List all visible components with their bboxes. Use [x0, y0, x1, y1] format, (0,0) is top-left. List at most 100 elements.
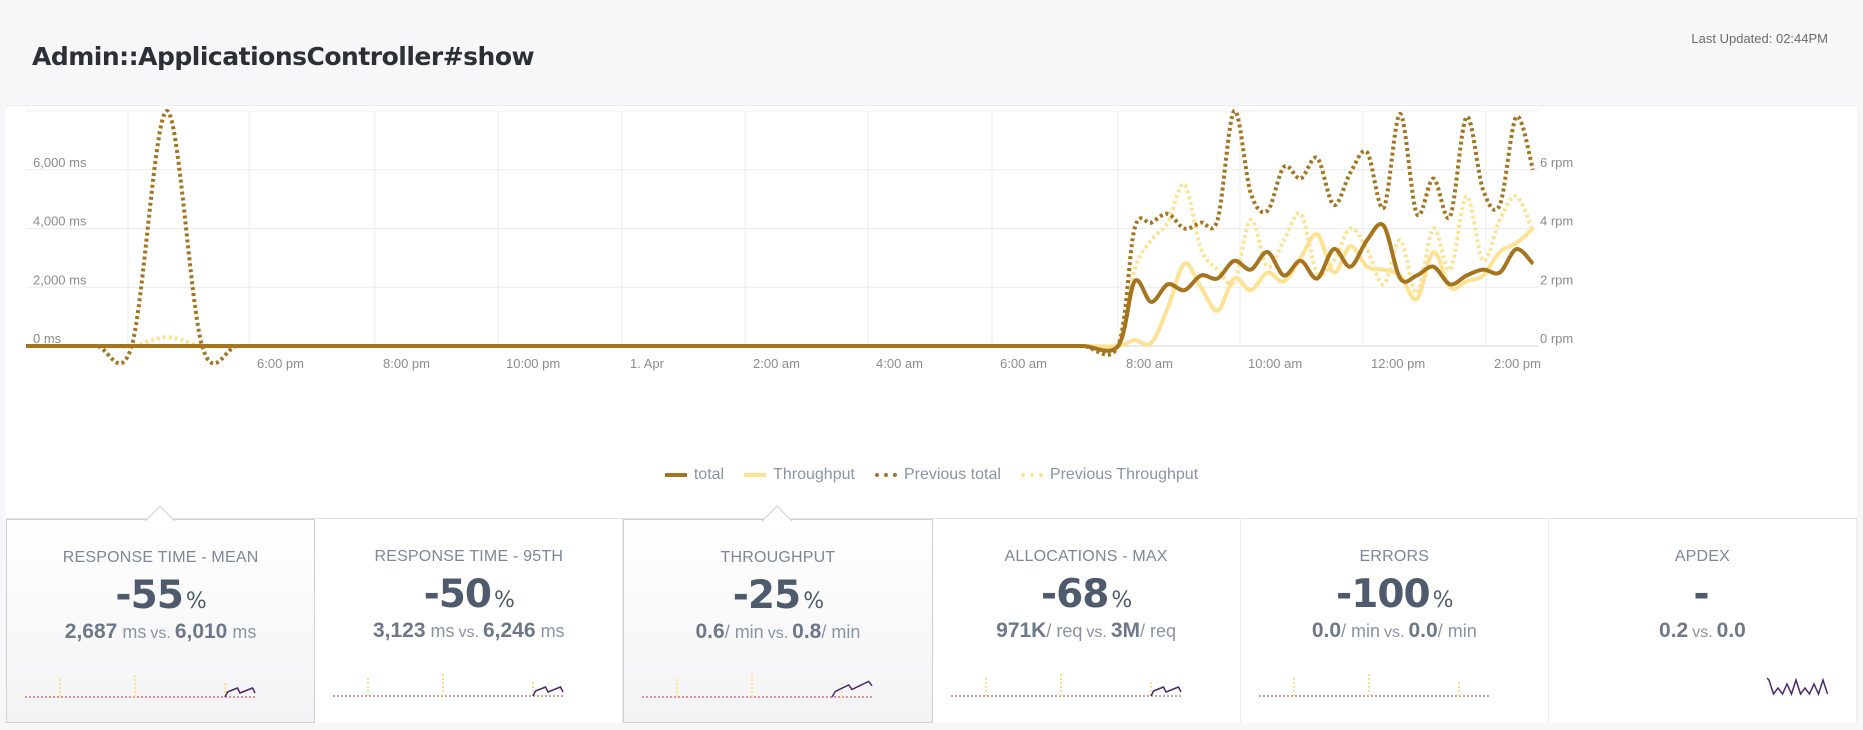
sparkline-line — [224, 687, 256, 698]
sparkline — [642, 675, 873, 698]
card-current-value: 2,687 — [64, 620, 118, 643]
metric-cards: RESPONSE TIME - MEAN -55% 2,687 ms vs. 6,0… — [6, 505, 1858, 723]
card-change-unit: % — [803, 589, 824, 614]
card-previous-value: 0.0 — [1408, 619, 1438, 642]
x-tick-label: 6:00 am — [1000, 356, 1047, 371]
response-time-chart[interactable]: 6:00 pm 8:00 pm 10:00 pm 1. Apr 2:00 am 4:00 … — [6, 106, 1857, 456]
y-left-tick-label: 0 ms — [33, 331, 62, 346]
card-response-time-95th[interactable]: RESPONSE TIME - 95TH -50% 3,123 ms vs. 6,2… — [315, 519, 624, 723]
card-vs: vs. — [1384, 624, 1405, 641]
card-comparison: 971K/ req vs. 3M/ req — [933, 619, 1240, 643]
y-right-tick-label: 4 rpm — [1540, 214, 1573, 229]
card-title: APDEX — [1674, 548, 1731, 565]
sparkline-line — [831, 680, 873, 698]
y-right-tick-label: 6 rpm — [1540, 155, 1573, 170]
sparkline — [1766, 677, 1829, 697]
card-current-value: 0.0 — [1311, 619, 1342, 642]
card-previous-value: 6,010 — [174, 620, 228, 643]
legend-item-throughput[interactable]: Throughput — [744, 466, 855, 484]
card-response-time-mean[interactable]: RESPONSE TIME - MEAN -55% 2,687 ms vs. 6,0… — [6, 505, 316, 723]
card-previous-value: 0.8 — [792, 620, 822, 643]
legend-item-previous-throughput[interactable]: Previous Throughput — [1020, 466, 1199, 484]
card-title: RESPONSE TIME - MEAN — [62, 549, 259, 566]
sparkline — [950, 674, 1182, 697]
sparkline — [1258, 674, 1489, 697]
card-previous-unit: / min — [1437, 621, 1477, 641]
card-change-number: - — [1693, 572, 1709, 617]
card-change-number: -68 — [1040, 572, 1109, 617]
card-vs: vs. — [1086, 624, 1107, 641]
x-tick-label: 10:00 pm — [506, 356, 560, 371]
card-allocations-max[interactable]: ALLOCATIONS - MAX -68% 971K/ req vs. 3M/ r… — [932, 519, 1241, 723]
y-left-tick-label: 6,000 ms — [33, 155, 87, 170]
card-current-unit: / min — [724, 622, 764, 642]
card-vs: vs. — [767, 625, 789, 642]
legend-label-previous-total: Previous total — [903, 466, 1001, 483]
card-current-value: 3,123 — [372, 619, 426, 642]
card-current-value: 0.2 — [1659, 619, 1689, 642]
x-tick-label: 8:00 pm — [383, 356, 430, 371]
card-change-number: -55 — [115, 573, 183, 618]
card-change-value: -68% — [933, 572, 1240, 617]
chart-panel: 6:00 pm 8:00 pm 10:00 pm 1. Apr 2:00 am 4:00 … — [6, 105, 1857, 518]
legend-swatch-total — [664, 473, 687, 477]
card-change-value: - — [1549, 572, 1856, 617]
card-comparison: 0.0/ min vs. 0.0/ min — [1241, 619, 1548, 643]
card-change-unit: % — [494, 588, 515, 613]
card-title: ERRORS — [1359, 548, 1430, 565]
sparkline-line — [1766, 677, 1829, 697]
y-left-tick-label: 4,000 ms — [33, 214, 87, 229]
sparkline — [25, 675, 256, 698]
card-current-unit: / req — [1046, 621, 1083, 641]
chart-legend: total Throughput Previous total Previous… — [6, 466, 1857, 484]
card-previous-unit: / min — [821, 622, 861, 642]
card-comparison: 0.6/ min vs. 0.8/ min — [624, 620, 931, 644]
x-tick-label: 2:00 am — [753, 356, 800, 371]
sparkline-line — [1149, 686, 1182, 697]
card-previous-unit: ms — [540, 621, 565, 641]
card-apdex[interactable]: APDEX - 0.2 vs. 0.0 — [1548, 519, 1858, 723]
card-change-number: -100 — [1336, 572, 1431, 617]
card-comparison: 2,687 ms vs. 6,010 ms — [7, 620, 314, 644]
x-tick-label: 12:00 pm — [1371, 356, 1425, 371]
card-change-number: -25 — [732, 573, 801, 618]
card-change-unit: % — [1432, 588, 1454, 613]
card-change-value: -55% — [7, 573, 314, 618]
card-current-value: 971K — [996, 619, 1047, 642]
card-previous-value: 3M — [1110, 619, 1141, 642]
card-comparison: 0.2 vs. 0.0 — [1549, 619, 1856, 643]
legend-swatch-previous-throughput — [1020, 473, 1043, 477]
card-vs: vs. — [150, 625, 171, 642]
x-tick-label: 6:00 pm — [257, 356, 304, 371]
page-title: Admin::ApplicationsController#show — [32, 42, 535, 71]
x-tick-label: 2:00 pm — [1494, 356, 1541, 371]
card-previous-value: 6,246 — [482, 619, 536, 642]
legend-item-total[interactable]: total — [664, 466, 724, 484]
legend-label-throughput: Throughput — [773, 466, 855, 483]
sparkline-line — [532, 686, 564, 697]
card-change-number: -50 — [423, 572, 492, 617]
sparkline — [333, 674, 564, 697]
card-previous-unit: / req — [1140, 621, 1177, 641]
card-previous-unit: ms — [232, 622, 257, 642]
card-errors[interactable]: ERRORS -100% 0.0/ min vs. 0.0/ min — [1240, 519, 1549, 723]
card-title: ALLOCATIONS - MAX — [1004, 548, 1168, 565]
x-tick-label: 10:00 am — [1248, 356, 1302, 371]
legend-label-previous-throughput: Previous Throughput — [1049, 466, 1199, 483]
card-change-unit: % — [1111, 588, 1132, 613]
legend-item-previous-total[interactable]: Previous total — [874, 466, 1001, 484]
legend-swatch-throughput — [744, 473, 767, 477]
y-right-tick-label: 0 rpm — [1540, 331, 1573, 346]
card-title: RESPONSE TIME - 95TH — [374, 548, 564, 565]
card-throughput[interactable]: THROUGHPUT -25% 0.6/ min vs. 0.8/ min — [623, 505, 933, 723]
card-change-value: -50% — [315, 572, 622, 617]
card-current-unit: ms — [430, 621, 455, 641]
series-line-previous-total — [26, 108, 1535, 366]
card-previous-value: 0.0 — [1716, 619, 1746, 642]
x-tick-label: 1. Apr — [630, 356, 665, 371]
card-current-unit: ms — [122, 622, 147, 642]
card-change-value: -25% — [624, 573, 931, 618]
last-updated: Last Updated: 02:44PM — [1691, 31, 1828, 46]
card-change-value: -100% — [1241, 572, 1548, 617]
x-tick-label: 4:00 am — [876, 356, 923, 371]
